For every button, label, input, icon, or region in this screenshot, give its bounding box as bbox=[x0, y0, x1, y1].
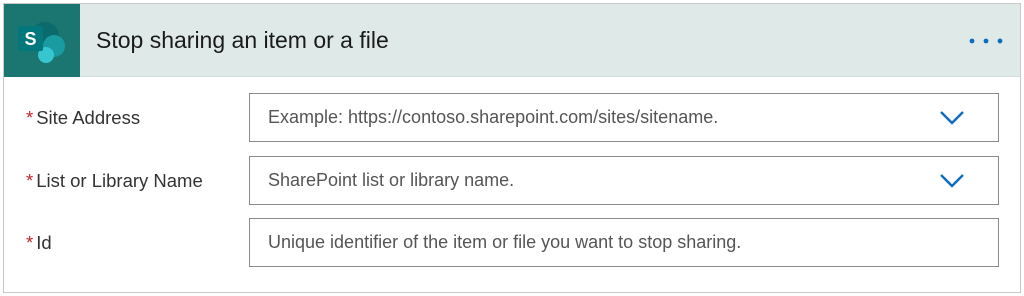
field-row-list-name: * List or Library Name bbox=[4, 156, 1020, 206]
list-name-input[interactable] bbox=[250, 157, 998, 204]
list-name-label-text: List or Library Name bbox=[36, 170, 203, 191]
more-options-icon bbox=[969, 38, 1003, 44]
id-field[interactable] bbox=[249, 218, 999, 267]
required-marker: * bbox=[26, 107, 34, 128]
list-name-field[interactable] bbox=[249, 156, 999, 205]
field-row-id: * Id bbox=[4, 218, 1020, 268]
id-label: * Id bbox=[26, 218, 52, 268]
id-input[interactable] bbox=[250, 219, 998, 266]
site-address-label-text: Site Address bbox=[36, 107, 141, 128]
id-label-text: Id bbox=[36, 232, 52, 253]
required-marker: * bbox=[26, 232, 34, 253]
logo-letter: S bbox=[24, 29, 36, 49]
chevron-down-icon[interactable] bbox=[938, 172, 966, 190]
action-title: Stop sharing an item or a file bbox=[96, 27, 389, 53]
field-row-site-address: * Site Address bbox=[4, 93, 1020, 143]
site-address-label: * Site Address bbox=[26, 93, 140, 143]
required-marker: * bbox=[26, 170, 34, 191]
chevron-down-icon[interactable] bbox=[938, 109, 966, 127]
site-address-input[interactable] bbox=[250, 94, 998, 141]
connector-logo: S bbox=[4, 4, 80, 77]
sharepoint-icon: S bbox=[18, 22, 65, 63]
more-options-button[interactable] bbox=[966, 29, 1006, 53]
site-address-field[interactable] bbox=[249, 93, 999, 142]
action-card: S Stop sharing an item or a file * Site A… bbox=[3, 3, 1021, 293]
list-name-label: * List or Library Name bbox=[26, 156, 203, 206]
action-header[interactable]: S Stop sharing an item or a file bbox=[4, 4, 1020, 77]
